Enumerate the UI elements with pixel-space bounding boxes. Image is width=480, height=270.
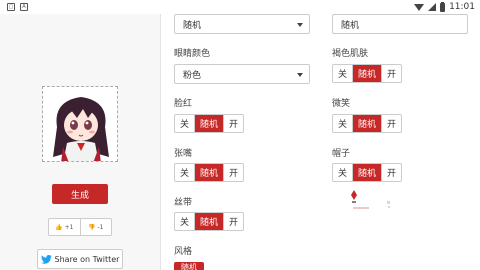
on-option[interactable]: 开 <box>223 115 243 132</box>
generated-avatar-image <box>42 86 118 162</box>
hat-toggle: 关 随机 开 <box>332 163 402 182</box>
notification-icon: ▢ <box>7 3 15 11</box>
brown-skin-toggle: 关 随机 开 <box>332 64 402 83</box>
on-option[interactable]: 开 <box>381 164 401 181</box>
upvote-count: +1 <box>64 223 74 231</box>
wifi-icon <box>414 3 425 11</box>
random-option[interactable]: 随机 <box>353 164 381 181</box>
generate-button[interactable]: 生成 <box>52 184 108 204</box>
on-option[interactable]: 开 <box>223 164 243 181</box>
thumbs-up-icon: 👍 <box>55 223 63 231</box>
blush-label: 脸红 <box>174 99 193 109</box>
notification-icon: A <box>20 3 28 11</box>
top-left-select[interactable]: 随机 <box>174 14 310 34</box>
on-option[interactable]: 开 <box>223 213 243 230</box>
clock: 11:01 <box>449 2 475 12</box>
open-mouth-label: 张嘴 <box>174 149 193 159</box>
off-option[interactable]: 关 <box>175 213 195 230</box>
eye-color-select[interactable]: 粉色 <box>174 64 310 84</box>
chevron-down-icon <box>297 23 303 27</box>
smile-label: 微笑 <box>332 99 351 109</box>
eye-color-label: 眼睛颜色 <box>174 49 211 59</box>
on-option[interactable]: 开 <box>381 115 401 132</box>
share-label: Share on Twitter <box>54 254 120 264</box>
twitter-icon <box>40 254 52 264</box>
ribbon-toggle: 关 随机 开 <box>174 212 244 231</box>
downvote-count: -1 <box>97 223 104 231</box>
random-option[interactable]: 随机 <box>353 115 381 132</box>
random-option[interactable]: 随机 <box>353 65 381 82</box>
thumbs-down-icon: 👎 <box>88 223 96 231</box>
upvote-button[interactable]: 👍 +1 <box>49 219 81 235</box>
on-option[interactable]: 开 <box>381 65 401 82</box>
off-option[interactable]: 关 <box>333 164 353 181</box>
vote-group: 👍 +1 👎 -1 <box>48 218 112 236</box>
battery-icon <box>440 1 446 12</box>
panel-divider <box>160 14 161 270</box>
smile-toggle: 关 随机 开 <box>332 114 402 133</box>
off-option[interactable]: 关 <box>175 115 195 132</box>
preview-sprite-image <box>351 190 390 209</box>
top-right-select[interactable]: 随机 <box>332 14 468 34</box>
signal-icon <box>428 3 437 11</box>
random-option[interactable]: 随机 <box>195 115 223 132</box>
random-option[interactable]: 随机 <box>195 213 223 230</box>
chevron-down-icon <box>297 73 303 77</box>
share-twitter-button[interactable]: Share on Twitter <box>37 249 123 269</box>
brown-skin-label: 褐色肌肤 <box>332 49 369 59</box>
downvote-button[interactable]: 👎 -1 <box>81 219 112 235</box>
off-option[interactable]: 关 <box>333 115 353 132</box>
ribbon-label: 丝带 <box>174 198 193 208</box>
status-bar: ▢ A 11:01 <box>0 0 480 14</box>
off-option[interactable]: 关 <box>175 164 195 181</box>
style-random-option[interactable]: 随机 <box>174 262 204 270</box>
open-mouth-toggle: 关 随机 开 <box>174 163 244 182</box>
blush-toggle: 关 随机 开 <box>174 114 244 133</box>
style-label: 风格 <box>174 247 193 257</box>
random-option[interactable]: 随机 <box>195 164 223 181</box>
off-option[interactable]: 关 <box>333 65 353 82</box>
hat-label: 帽子 <box>332 149 351 159</box>
